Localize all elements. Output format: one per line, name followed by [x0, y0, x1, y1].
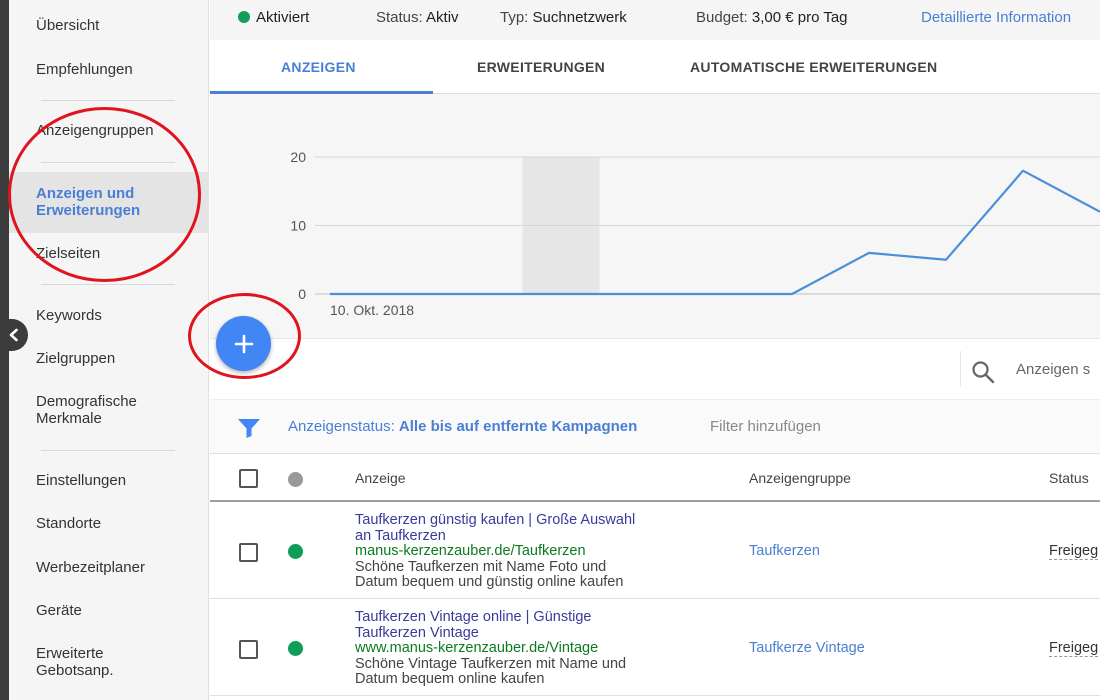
- search-input[interactable]: [1016, 357, 1100, 381]
- sidebar-item-zielseiten[interactable]: Zielseiten: [9, 245, 209, 262]
- ad-display-url: manus-kerzenzauber.de/Taufkerzen: [355, 543, 586, 560]
- ad-headline: Taufkerzen günstig kaufen | Große Auswah…: [355, 512, 636, 528]
- ad-headline: Taufkerzen Vintage online | Günstige: [355, 609, 592, 625]
- column-header-status[interactable]: Status: [1049, 470, 1089, 486]
- tab-anzeigen[interactable]: ANZEIGEN: [281, 59, 356, 75]
- type-field: Typ: Suchnetzwerk: [500, 9, 627, 26]
- ad-description: Datum bequem und günstig online kaufen: [355, 574, 624, 591]
- y-tick-label: 10: [290, 218, 306, 234]
- chevron-left-icon: [9, 328, 18, 342]
- sidebar-item-uebersicht[interactable]: Übersicht: [9, 17, 209, 34]
- sidebar: Übersicht Empfehlungen Anzeigengruppen A…: [9, 0, 209, 700]
- select-all-checkbox[interactable]: [239, 469, 258, 488]
- sidebar-item-geraete[interactable]: Geräte: [9, 602, 209, 619]
- campaign-state[interactable]: Aktiviert: [238, 9, 309, 26]
- filter-row: Anzeigenstatus: Alle bis auf entfernte K…: [210, 399, 1100, 454]
- row-checkbox[interactable]: [239, 640, 258, 659]
- ad-status[interactable]: Freigeg: [1049, 640, 1099, 657]
- ad-headline: Taufkerzen Vintage: [355, 624, 479, 641]
- add-filter-link[interactable]: Filter hinzufügen: [710, 418, 821, 435]
- sidebar-item-einstellungen[interactable]: Einstellungen: [9, 472, 209, 489]
- details-link[interactable]: Detaillierte Information: [921, 9, 1071, 26]
- tab-automatische-erweiterungen[interactable]: AUTOMATISCHE ERWEITERUNGEN: [690, 59, 937, 75]
- tab-erweiterungen[interactable]: ERWEITERUNGEN: [477, 59, 605, 75]
- search-divider: [960, 351, 961, 387]
- column-header-anzeige[interactable]: Anzeige: [355, 470, 406, 486]
- table-header: Anzeige Anzeigengruppe Status: [210, 454, 1100, 502]
- sidebar-divider: [41, 284, 175, 285]
- enabled-status-dot: [288, 544, 303, 559]
- ad-display-url: www.manus-kerzenzauber.de/Vintage: [355, 640, 599, 657]
- performance-chart: 20 10 0 10. Okt. 2018: [210, 94, 1100, 339]
- x-tick-label: 10. Okt. 2018: [330, 302, 414, 318]
- ad-description: Schöne Vintage Taufkerzen mit Name und: [355, 655, 627, 672]
- sidebar-item-anzeigen-und-erweiterungen[interactable]: Anzeigen und Erweiterungen: [9, 172, 209, 233]
- sidebar-item-werbezeitplaner[interactable]: Werbezeitplaner: [9, 559, 209, 576]
- ad-description: Schöne Taufkerzen mit Name Foto und: [355, 558, 607, 575]
- table-row: Taufkerzen Vintage online | Günstige Tau…: [210, 599, 1100, 696]
- ad-headline: an Taufkerzen: [355, 527, 446, 544]
- adgroup-link[interactable]: Taufkerze Vintage: [749, 640, 865, 656]
- y-tick-label: 20: [290, 149, 306, 165]
- sidebar-item-zielgruppen[interactable]: Zielgruppen: [9, 350, 209, 367]
- search-icon[interactable]: [970, 359, 996, 385]
- sidebar-divider: [41, 100, 175, 101]
- sidebar-item-anzeigengruppen[interactable]: Anzeigengruppen: [9, 122, 209, 139]
- sidebar-item-standorte[interactable]: Standorte: [9, 515, 209, 532]
- ad-preview[interactable]: Taufkerzen Vintage online | Günstige Tau…: [355, 609, 705, 688]
- filter-icon[interactable]: [237, 417, 261, 439]
- y-tick-label: 0: [298, 286, 306, 302]
- line-chart: 20 10 0 10. Okt. 2018: [290, 149, 1100, 318]
- add-ad-button[interactable]: [216, 316, 271, 371]
- sidebar-divider: [41, 450, 175, 451]
- plus-icon: [234, 334, 253, 353]
- sidebar-item-keywords[interactable]: Keywords: [9, 307, 209, 324]
- row-checkbox[interactable]: [239, 543, 258, 562]
- ad-status[interactable]: Freigeg: [1049, 543, 1099, 560]
- sidebar-divider: [41, 162, 175, 163]
- ad-preview[interactable]: Taufkerzen günstig kaufen | Große Auswah…: [355, 512, 705, 591]
- adgroup-link[interactable]: Taufkerzen: [749, 543, 820, 559]
- filter-chip[interactable]: Anzeigenstatus: Alle bis auf entfernte K…: [288, 418, 637, 435]
- search-row: [210, 339, 1100, 399]
- series-line[interactable]: [330, 169, 1100, 296]
- column-header-anzeigengruppe[interactable]: Anzeigengruppe: [749, 470, 851, 486]
- table-row: Taufkerzen günstig kaufen | Große Auswah…: [210, 502, 1100, 599]
- enabled-status-dot: [238, 11, 250, 23]
- status-column-dot: [288, 472, 303, 487]
- ad-description: Datum bequem online kaufen: [355, 671, 545, 688]
- tab-bar: ANZEIGEN ERWEITERUNGEN AUTOMATISCHE ERWE…: [210, 40, 1100, 94]
- sidebar-item-demografische-merkmale[interactable]: Demografische Merkmale: [9, 393, 209, 427]
- status-field: Status: Aktiv: [376, 9, 459, 26]
- sidebar-item-erweiterte-gebotsanp[interactable]: Erweiterte Gebotsanp.: [9, 645, 209, 679]
- budget-field: Budget: 3,00 € pro Tag: [696, 9, 848, 26]
- campaign-status-bar: Aktiviert Status: Aktiv Typ: Suchnetzwer…: [210, 0, 1100, 40]
- main-content: Aktiviert Status: Aktiv Typ: Suchnetzwer…: [210, 0, 1100, 700]
- sidebar-item-empfehlungen[interactable]: Empfehlungen: [9, 61, 209, 78]
- enabled-status-dot: [288, 641, 303, 656]
